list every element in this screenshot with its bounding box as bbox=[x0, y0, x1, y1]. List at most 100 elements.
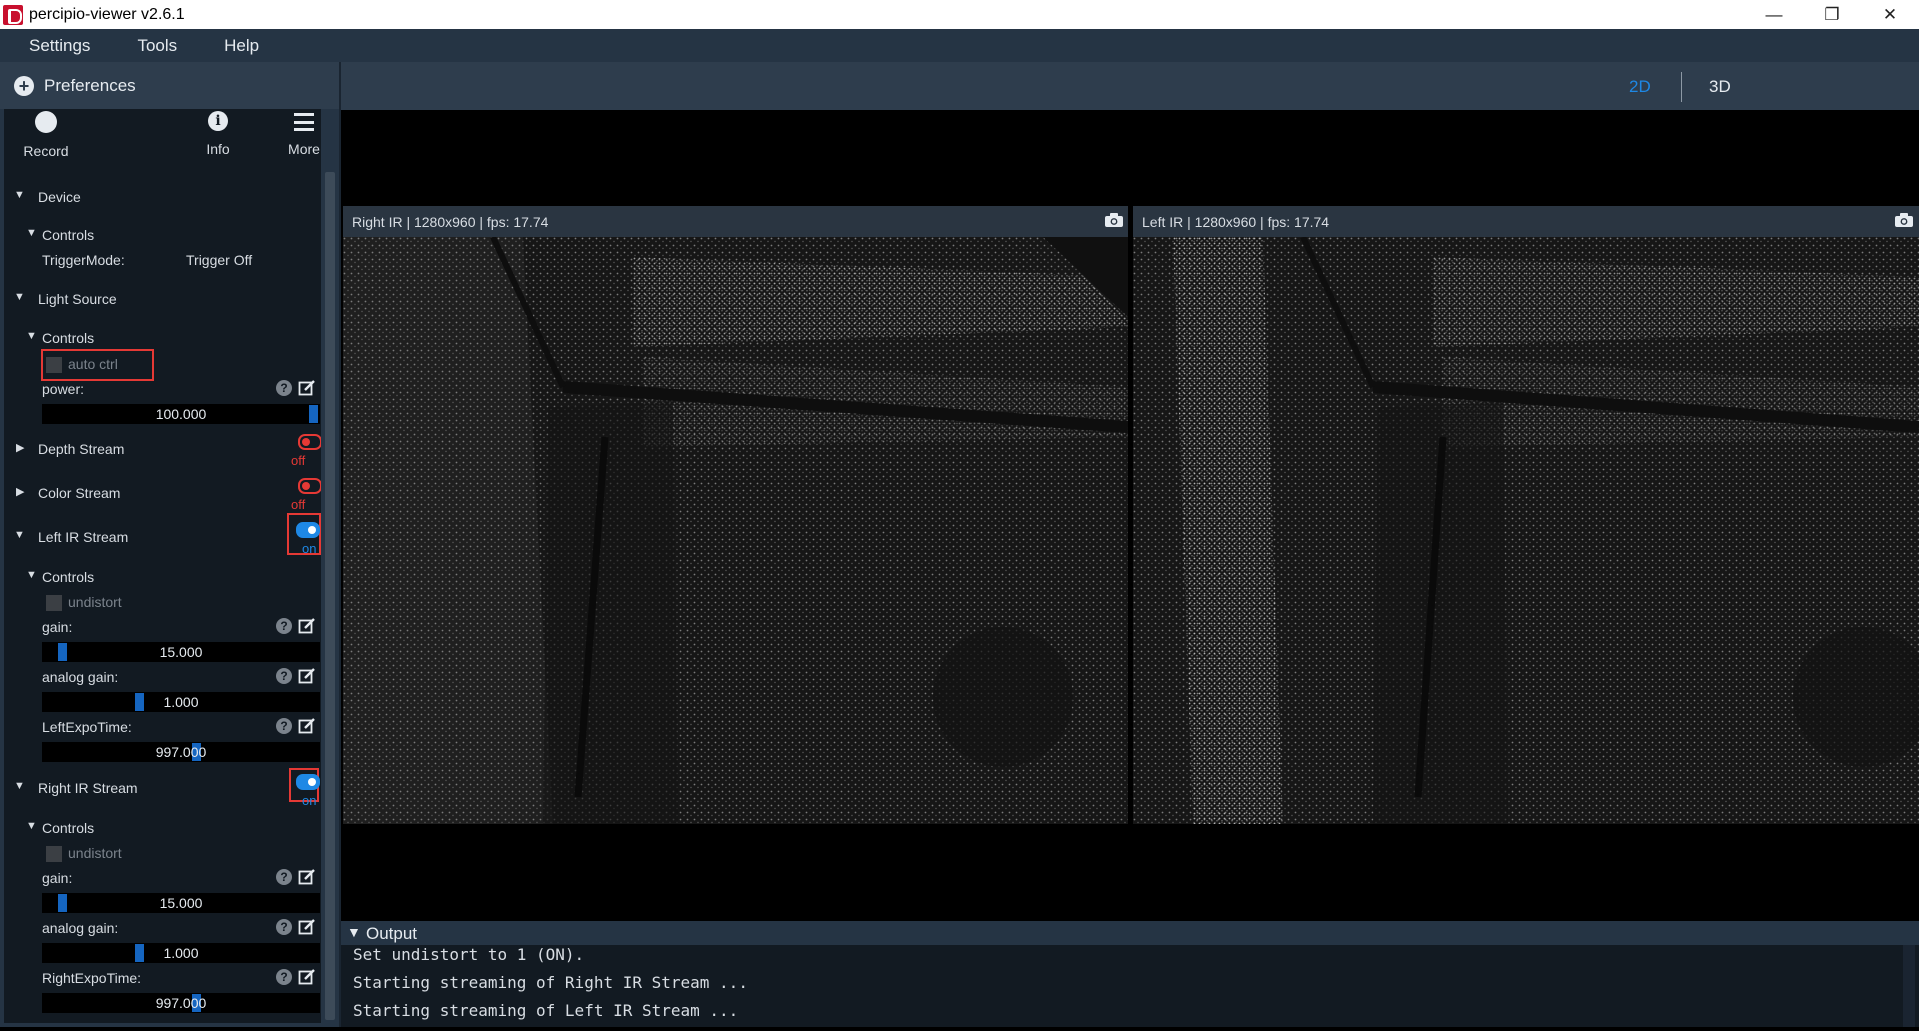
collapse-triangle-icon[interactable]: ▼ bbox=[26, 330, 37, 342]
info-label: Info bbox=[206, 141, 230, 157]
light-controls[interactable]: Controls bbox=[42, 330, 94, 346]
menu-settings[interactable]: Settings bbox=[29, 36, 90, 56]
expand-triangle-icon[interactable]: ▶ bbox=[16, 441, 24, 454]
help-icon[interactable]: ? bbox=[276, 618, 292, 634]
log-line: Starting streaming of Left IR Stream ... bbox=[353, 1001, 739, 1020]
output-header[interactable]: ▼ Output bbox=[341, 921, 1919, 945]
left-ir-state: on bbox=[302, 541, 317, 556]
device-controls[interactable]: Controls bbox=[42, 227, 94, 243]
slider-handle[interactable] bbox=[309, 405, 318, 423]
right-ir-toggle[interactable] bbox=[296, 774, 320, 790]
help-icon[interactable]: ? bbox=[276, 380, 292, 396]
collapse-triangle-icon[interactable]: ▼ bbox=[26, 569, 37, 581]
more-button[interactable]: More bbox=[274, 111, 321, 157]
preferences-header[interactable]: + Preferences bbox=[0, 62, 339, 109]
plus-circle-icon[interactable]: + bbox=[14, 75, 34, 96]
right-ir-controls[interactable]: Controls bbox=[42, 820, 94, 836]
auto-ctrl-checkbox[interactable] bbox=[46, 357, 62, 373]
left-ir-toggle[interactable] bbox=[296, 522, 320, 538]
camera-icon[interactable] bbox=[1105, 213, 1123, 227]
collapse-triangle-icon[interactable]: ▼ bbox=[14, 780, 25, 792]
left-undistort-checkbox[interactable] bbox=[46, 595, 62, 611]
stream-header: Left IR | 1280x960 | fps: 17.74 bbox=[1133, 206, 1919, 237]
power-slider[interactable]: 100.000 bbox=[42, 404, 320, 424]
restore-button[interactable]: ❐ bbox=[1803, 0, 1861, 29]
collapse-triangle-icon[interactable]: ▼ bbox=[347, 924, 361, 940]
tab-divider bbox=[1681, 72, 1682, 102]
section-left-ir-stream[interactable]: Left IR Stream bbox=[38, 529, 128, 545]
left-ir-image[interactable] bbox=[1133, 237, 1919, 824]
record-icon bbox=[35, 111, 57, 133]
depth-stream-toggle[interactable] bbox=[298, 434, 321, 450]
left-gain-slider[interactable]: 15.000 bbox=[42, 642, 320, 662]
log-line: Set undistort to 1 (ON). bbox=[353, 945, 585, 964]
minimize-button[interactable]: — bbox=[1745, 0, 1803, 29]
right-undistort-label: undistort bbox=[68, 845, 122, 861]
info-button[interactable]: i Info bbox=[188, 111, 248, 157]
edit-icon[interactable] bbox=[298, 379, 316, 397]
menu-tools[interactable]: Tools bbox=[137, 36, 177, 56]
slider-handle[interactable] bbox=[135, 693, 144, 711]
left-ir-stream-panel: Left IR | 1280x960 | fps: 17.74 bbox=[1133, 206, 1919, 824]
record-button[interactable]: Record bbox=[16, 111, 76, 159]
window-controls: — ❐ ✕ bbox=[1745, 0, 1919, 29]
right-ir-stream-panel: Right IR | 1280x960 | fps: 17.74 bbox=[343, 206, 1128, 824]
collapse-triangle-icon[interactable]: ▼ bbox=[14, 189, 25, 201]
preferences-label: Preferences bbox=[44, 75, 136, 95]
right-ir-image[interactable] bbox=[343, 237, 1128, 824]
color-stream-toggle[interactable] bbox=[298, 478, 321, 494]
record-label: Record bbox=[23, 143, 69, 159]
edit-icon[interactable] bbox=[298, 868, 316, 886]
camera-icon[interactable] bbox=[1895, 213, 1913, 227]
left-analog-gain-slider[interactable]: 1.000 bbox=[42, 692, 320, 712]
edit-icon[interactable] bbox=[298, 617, 316, 635]
slider-handle[interactable] bbox=[58, 643, 67, 661]
output-scrollbar[interactable] bbox=[1903, 945, 1915, 1027]
trigger-mode-value[interactable]: Trigger Off bbox=[186, 252, 252, 268]
section-color-stream[interactable]: Color Stream bbox=[38, 485, 120, 501]
edit-icon[interactable] bbox=[298, 667, 316, 685]
help-icon[interactable]: ? bbox=[276, 919, 292, 935]
menu-help[interactable]: Help bbox=[224, 36, 259, 56]
right-analog-gain-value: 1.000 bbox=[163, 945, 199, 961]
edit-icon[interactable] bbox=[298, 918, 316, 936]
close-button[interactable]: ✕ bbox=[1861, 0, 1919, 29]
right-expo-time-slider[interactable]: 997.000 bbox=[42, 993, 320, 1013]
right-analog-gain-slider[interactable]: 1.000 bbox=[42, 943, 320, 963]
slider-handle[interactable] bbox=[58, 894, 67, 912]
collapse-triangle-icon[interactable]: ▼ bbox=[14, 291, 25, 303]
sidebar-scrollbar[interactable] bbox=[325, 172, 335, 1020]
collapse-triangle-icon[interactable]: ▼ bbox=[26, 227, 37, 239]
expand-triangle-icon[interactable]: ▶ bbox=[16, 485, 24, 498]
slider-handle[interactable] bbox=[135, 944, 144, 962]
trigger-mode-label: TriggerMode: bbox=[42, 252, 125, 268]
section-light-source[interactable]: Light Source bbox=[38, 291, 117, 307]
collapse-triangle-icon[interactable]: ▼ bbox=[14, 529, 25, 541]
left-expo-time-value: 997.000 bbox=[155, 744, 207, 760]
help-icon[interactable]: ? bbox=[276, 668, 292, 684]
collapse-triangle-icon[interactable]: ▼ bbox=[26, 820, 37, 832]
right-expo-time-value: 997.000 bbox=[155, 995, 207, 1011]
tab-2d[interactable]: 2D bbox=[1629, 77, 1651, 97]
help-icon[interactable]: ? bbox=[276, 718, 292, 734]
power-label: power: bbox=[42, 381, 85, 397]
stream-header: Right IR | 1280x960 | fps: 17.74 bbox=[343, 206, 1128, 237]
right-gain-slider[interactable]: 15.000 bbox=[42, 893, 320, 913]
edit-icon[interactable] bbox=[298, 717, 316, 735]
help-icon[interactable]: ? bbox=[276, 969, 292, 985]
left-gain-value: 15.000 bbox=[159, 644, 203, 660]
tab-3d[interactable]: 3D bbox=[1709, 77, 1731, 97]
info-icon: i bbox=[208, 111, 228, 131]
left-expo-time-slider[interactable]: 997.000 bbox=[42, 742, 320, 762]
power-value: 100.000 bbox=[155, 406, 207, 422]
section-right-ir-stream[interactable]: Right IR Stream bbox=[38, 780, 138, 796]
help-icon[interactable]: ? bbox=[276, 869, 292, 885]
section-device[interactable]: Device bbox=[38, 189, 81, 205]
right-undistort-checkbox[interactable] bbox=[46, 846, 62, 862]
edit-icon[interactable] bbox=[298, 968, 316, 986]
left-ir-controls[interactable]: Controls bbox=[42, 569, 94, 585]
view-mode-bar: 2D 3D bbox=[341, 62, 1919, 110]
section-depth-stream[interactable]: Depth Stream bbox=[38, 441, 124, 457]
left-ir-stream-title: Left IR | 1280x960 | fps: 17.74 bbox=[1142, 214, 1330, 230]
left-analog-gain-label: analog gain: bbox=[42, 669, 119, 685]
